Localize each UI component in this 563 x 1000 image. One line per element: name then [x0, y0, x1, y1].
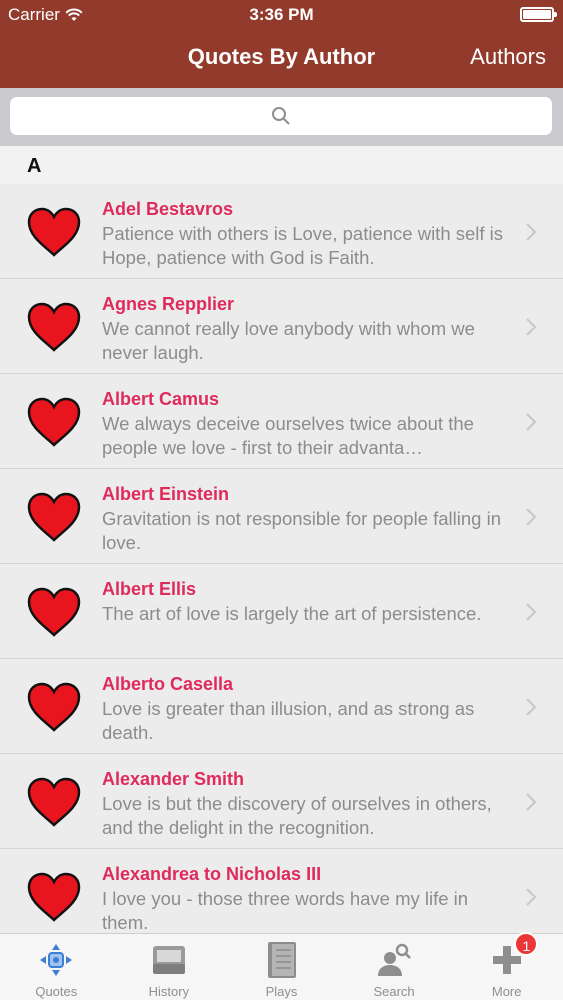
- tab-plays[interactable]: Plays: [225, 934, 338, 1000]
- quote-text: Patience with others is Love, patience w…: [102, 223, 504, 268]
- chevron-right-icon: [526, 888, 537, 906]
- chevron-right-icon: [526, 318, 537, 336]
- chevron-right-icon: [526, 698, 537, 716]
- search-bar-container: [0, 88, 563, 146]
- author-name: Albert Einstein: [102, 484, 230, 504]
- tab-label: More: [491, 984, 522, 999]
- tab-more[interactable]: 1 More: [450, 932, 563, 1000]
- inbox-tray-icon: [152, 946, 185, 974]
- list-item[interactable]: Alberto Casella Love is greater than ill…: [0, 659, 563, 754]
- chevron-right-icon: [526, 413, 537, 431]
- author-name: Albert Ellis: [102, 579, 197, 599]
- quote-text: We always deceive ourselves twice about …: [102, 413, 474, 458]
- battery-icon: [520, 7, 557, 22]
- navigation-bar: Carrier 3:36 PM Quotes By Author Authors: [0, 0, 563, 88]
- author-name: Alexander Smith: [102, 769, 245, 789]
- quote-text: Love is greater than illusion, and as st…: [102, 698, 475, 743]
- author-name: Albert Camus: [102, 389, 220, 409]
- authors-button[interactable]: Authors: [470, 44, 546, 70]
- chevron-right-icon: [526, 793, 537, 811]
- search-input[interactable]: [10, 97, 552, 135]
- tab-search[interactable]: Search: [338, 934, 451, 1000]
- chevron-right-icon: [526, 603, 537, 621]
- heart-icon: [27, 397, 81, 447]
- heart-icon: [27, 872, 81, 922]
- heart-icon: [27, 777, 81, 827]
- quote-text: The art of love is largely the art of pe…: [102, 603, 482, 624]
- chevron-right-icon: [526, 508, 537, 526]
- search-icon: [272, 107, 290, 125]
- status-bar: Carrier 3:36 PM: [0, 0, 563, 28]
- tab-label: Plays: [265, 984, 298, 999]
- section-letter: A: [27, 155, 42, 177]
- author-name: Alexandrea to Nicholas III: [102, 864, 322, 884]
- author-name: Agnes Repplier: [102, 294, 235, 314]
- list-item[interactable]: Agnes Repplier We cannot really love any…: [0, 279, 563, 374]
- list-item[interactable]: Adel Bestavros Patience with others is L…: [0, 184, 563, 279]
- quote-text: Love is but the discovery of ourselves i…: [102, 793, 492, 838]
- tab-label: History: [148, 984, 190, 999]
- list-item[interactable]: Albert Camus We always deceive ourselves…: [0, 374, 563, 469]
- list-item[interactable]: Albert Ellis The art of love is largely …: [0, 564, 563, 659]
- author-name: Alberto Casella: [102, 674, 234, 694]
- list-item[interactable]: Alexander Smith Love is but the discover…: [0, 754, 563, 849]
- list-item[interactable]: Alexandrea to Nicholas III I love you - …: [0, 849, 563, 933]
- quote-text: Gravitation is not responsible for peopl…: [102, 508, 502, 553]
- heart-icon: [27, 682, 81, 732]
- tab-label: Search: [373, 984, 415, 999]
- quote-text: I love you - those three words have my l…: [102, 888, 469, 933]
- person-search-icon: [378, 943, 411, 976]
- quotes-icon: [40, 944, 73, 976]
- notebook-icon: [268, 942, 297, 978]
- tab-quotes[interactable]: Quotes: [0, 934, 113, 1000]
- heart-icon: [27, 492, 81, 542]
- tab-label: Quotes: [35, 984, 78, 999]
- notification-badge: 1: [514, 932, 539, 956]
- tab-history[interactable]: History: [113, 934, 226, 1000]
- heart-icon: [27, 302, 81, 352]
- chevron-right-icon: [526, 223, 537, 241]
- author-list: Adel Bestavros Patience with others is L…: [0, 184, 563, 933]
- section-header: A: [0, 146, 563, 184]
- tab-bar: Quotes History Plays Search 1 More: [0, 932, 563, 1000]
- list-item[interactable]: Albert Einstein Gravitation is not respo…: [0, 469, 563, 564]
- heart-icon: [27, 587, 81, 637]
- heart-icon: [27, 207, 81, 257]
- author-name: Adel Bestavros: [102, 199, 234, 219]
- clock: 3:36 PM: [249, 5, 314, 24]
- quote-text: We cannot really love anybody with whom …: [102, 318, 475, 363]
